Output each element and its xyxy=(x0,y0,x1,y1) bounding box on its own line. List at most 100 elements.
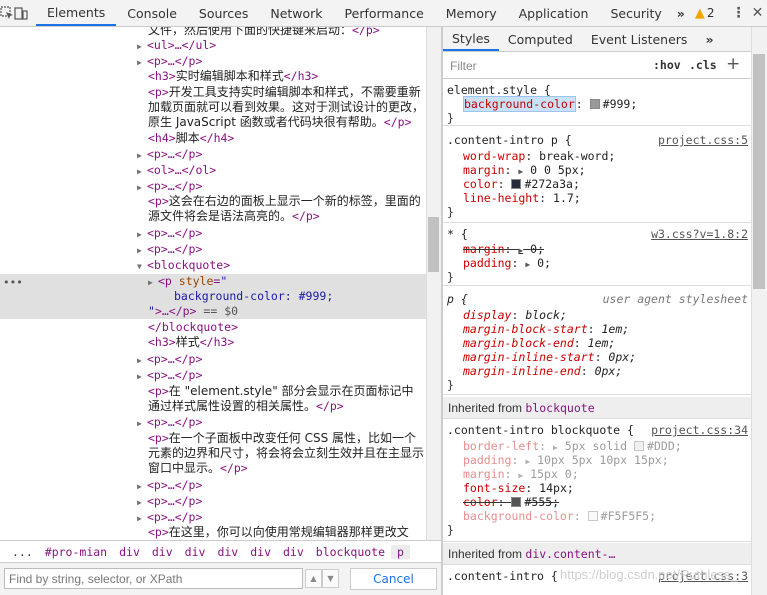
tab-computed[interactable]: Computed xyxy=(499,27,582,51)
rule-selector[interactable]: element.style { xyxy=(447,83,551,97)
color-swatch[interactable] xyxy=(589,99,600,109)
breadcrumb-item[interactable]: div xyxy=(244,545,277,559)
dom-node-h3[interactable]: <h3>样式</h3> xyxy=(148,335,426,350)
more-tabs-button[interactable]: » xyxy=(673,6,689,21)
breadcrumb-item-selected[interactable]: p xyxy=(391,544,410,559)
elements-scrollbar[interactable] xyxy=(426,27,441,540)
dom-text-line: 窗口中显示。</p> xyxy=(148,461,248,475)
search-prev-icon[interactable]: ▲ xyxy=(305,569,322,588)
rule-selector[interactable]: .content-intro { xyxy=(447,569,558,583)
dom-node-ol[interactable]: ▶ <ol>…</ol> xyxy=(137,163,426,179)
styles-scrollbar-thumb[interactable] xyxy=(753,54,765,289)
dom-search-input[interactable] xyxy=(4,568,303,589)
dom-node-p-element-style[interactable]: <p>在 "element.style" 部分会显示在页面标记中 xyxy=(148,384,426,399)
style-rule-content-intro-p: .content-intro p { project.css:5 word-wr… xyxy=(443,127,751,223)
color-swatch[interactable] xyxy=(511,179,522,189)
dom-node-p-last[interactable]: <p>在这里，你可以向使用常规编辑器那样更改文 xyxy=(148,525,426,540)
dom-node-h4[interactable]: <h4>脚本</h4> xyxy=(148,131,426,146)
color-swatch[interactable] xyxy=(634,441,645,451)
tab-sources[interactable]: Sources xyxy=(188,0,259,26)
style-declaration-overridden[interactable]: color: #555; xyxy=(463,495,559,509)
tab-console[interactable]: Console xyxy=(116,0,188,26)
dom-node-p[interactable]: ▶ <p>…</p> xyxy=(137,368,426,384)
dom-selected-close: ">…</p> == $0 xyxy=(148,304,239,318)
dom-text-line: 源文件将会是语法高亮的。</p> xyxy=(148,209,320,223)
style-declaration[interactable]: padding: ▶ 0; xyxy=(463,256,551,272)
tab-memory[interactable]: Memory xyxy=(435,0,508,26)
style-declaration[interactable]: line-height: 1.7; xyxy=(463,191,581,205)
dom-node-p-css[interactable]: <p>在一个子面板中改变任何 CSS 属性，比如一个 xyxy=(148,431,426,446)
style-declaration[interactable]: word-wrap: break-word; xyxy=(463,149,615,163)
node-options-icon[interactable]: ••• xyxy=(3,276,23,289)
dom-node-ul[interactable]: ▶ <ul>…</ul> xyxy=(137,38,426,54)
warnings-counter[interactable]: ▲ 2 xyxy=(689,6,721,21)
rule-selector[interactable]: .content-intro blockquote { xyxy=(447,423,634,437)
breadcrumb-item[interactable]: div xyxy=(211,545,244,559)
dom-node-p[interactable]: ▶ <p>…</p> xyxy=(137,478,426,494)
style-declaration[interactable]: color: #272a3a; xyxy=(463,177,580,191)
tab-security[interactable]: Security xyxy=(599,0,672,26)
dom-node[interactable]: 文件，然后使用下面的快捷键来启动：</p> xyxy=(148,27,426,38)
styles-filter-input[interactable] xyxy=(446,56,641,75)
style-declaration: margin-block-start: 1em; xyxy=(463,322,630,336)
tab-styles[interactable]: Styles xyxy=(443,27,499,51)
dom-node-p[interactable]: ▶ <p>…</p> xyxy=(137,494,426,510)
dom-node-p[interactable]: ▶ <p>…</p> xyxy=(137,415,426,431)
dom-node-p-long[interactable]: <p>开发工具支持实时编辑脚本和样式，不需要重新 xyxy=(148,85,426,100)
dom-node-blockquote-close[interactable]: </blockquote> xyxy=(148,320,426,335)
kebab-menu-icon[interactable]: ⋮ xyxy=(730,5,748,21)
hover-state-toggle[interactable]: :hov xyxy=(653,58,681,72)
dom-node-p[interactable]: ▶ <p>…</p> xyxy=(137,179,426,195)
style-declaration[interactable]: font-size: 14px; xyxy=(463,481,574,495)
rule-source-link[interactable]: project.css:34 xyxy=(651,423,748,437)
rule-source-link[interactable]: project.css:5 xyxy=(658,133,748,147)
color-swatch[interactable] xyxy=(587,511,598,521)
more-sidebar-tabs[interactable]: » xyxy=(696,27,722,51)
device-toolbar-icon[interactable] xyxy=(14,0,28,26)
dom-node-p[interactable]: ▶ <p>…</p> xyxy=(137,226,426,242)
dom-node-p[interactable]: ▶ <p>…</p> xyxy=(137,510,426,526)
dom-text-line: 原生 JavaScript 函数或者代码块很有帮助。</p> xyxy=(148,115,412,129)
breadcrumb-item[interactable]: div xyxy=(277,545,310,559)
tab-performance[interactable]: Performance xyxy=(334,0,435,26)
breadcrumb-item[interactable]: ... xyxy=(6,545,39,559)
breadcrumb-item[interactable]: div xyxy=(113,545,146,559)
dom-node-selected-p[interactable]: ▶ <p style=" xyxy=(148,274,426,290)
tab-elements[interactable]: Elements xyxy=(36,0,117,26)
breadcrumb-item[interactable]: div xyxy=(179,545,212,559)
elements-dom-tree: ••• 文件，然后使用下面的快捷键来启动：</p> ▶ <ul>…</ul> ▶ <… xyxy=(0,27,426,540)
search-next-icon[interactable]: ▼ xyxy=(322,569,339,588)
rule-selector[interactable]: .content-intro p { xyxy=(447,133,572,147)
style-declaration[interactable]: background-color: #999; xyxy=(463,96,637,112)
breadcrumb-item[interactable]: #pro-mian xyxy=(39,545,113,559)
styles-sidebar: Styles Computed Event Listeners » :hov .… xyxy=(443,27,751,595)
dom-node-p[interactable]: ▶ <p>…</p> xyxy=(137,147,426,163)
cancel-button[interactable]: Cancel xyxy=(350,568,437,590)
dom-search-bar: ▲ ▼ Cancel xyxy=(0,562,441,595)
tab-event-listeners[interactable]: Event Listeners xyxy=(582,27,697,51)
breadcrumb: ... #pro-mian div div div div div div bl… xyxy=(0,540,441,562)
inherited-header-div: Inherited from div.content-… xyxy=(443,543,751,565)
inherited-selector-link[interactable]: div.content-… xyxy=(525,547,615,561)
class-toggle[interactable]: .cls xyxy=(689,58,717,72)
tab-network[interactable]: Network xyxy=(259,0,333,26)
dom-node-p[interactable]: ▶ <p>…</p> xyxy=(137,242,426,258)
color-swatch[interactable] xyxy=(511,497,522,507)
breadcrumb-item[interactable]: div xyxy=(146,545,179,559)
breadcrumb-item[interactable]: blockquote xyxy=(310,545,391,559)
dom-node-blockquote[interactable]: ▼ <blockquote> xyxy=(137,258,426,274)
dom-node-p[interactable]: ▶ <p>…</p> xyxy=(137,352,426,368)
inherited-selector-link[interactable]: blockquote xyxy=(525,401,594,415)
close-icon[interactable]: ✕ xyxy=(748,5,767,21)
dom-text-line: 元素的边界和尺寸，将会将会立刻生效并且在主显示 xyxy=(148,446,425,460)
dom-node-h3[interactable]: <h3>实时编辑脚本和样式</h3> xyxy=(148,69,426,84)
rule-source-link[interactable]: w3.css?v=1.8:2 xyxy=(651,227,748,241)
dom-node-p[interactable]: ▶ <p>…</p> xyxy=(137,54,426,70)
dom-node-p-right[interactable]: <p>这会在右边的面板上显示一个新的标签，里面的 xyxy=(148,194,426,209)
tab-application[interactable]: Application xyxy=(508,0,600,26)
style-declaration-not-inherited[interactable]: background-color: #F5F5F5; xyxy=(463,509,656,523)
new-rule-icon[interactable]: + xyxy=(726,54,740,74)
elements-scrollbar-thumb[interactable] xyxy=(428,217,439,272)
inspect-icon[interactable] xyxy=(0,0,14,26)
rule-selector[interactable]: * { xyxy=(447,227,468,241)
